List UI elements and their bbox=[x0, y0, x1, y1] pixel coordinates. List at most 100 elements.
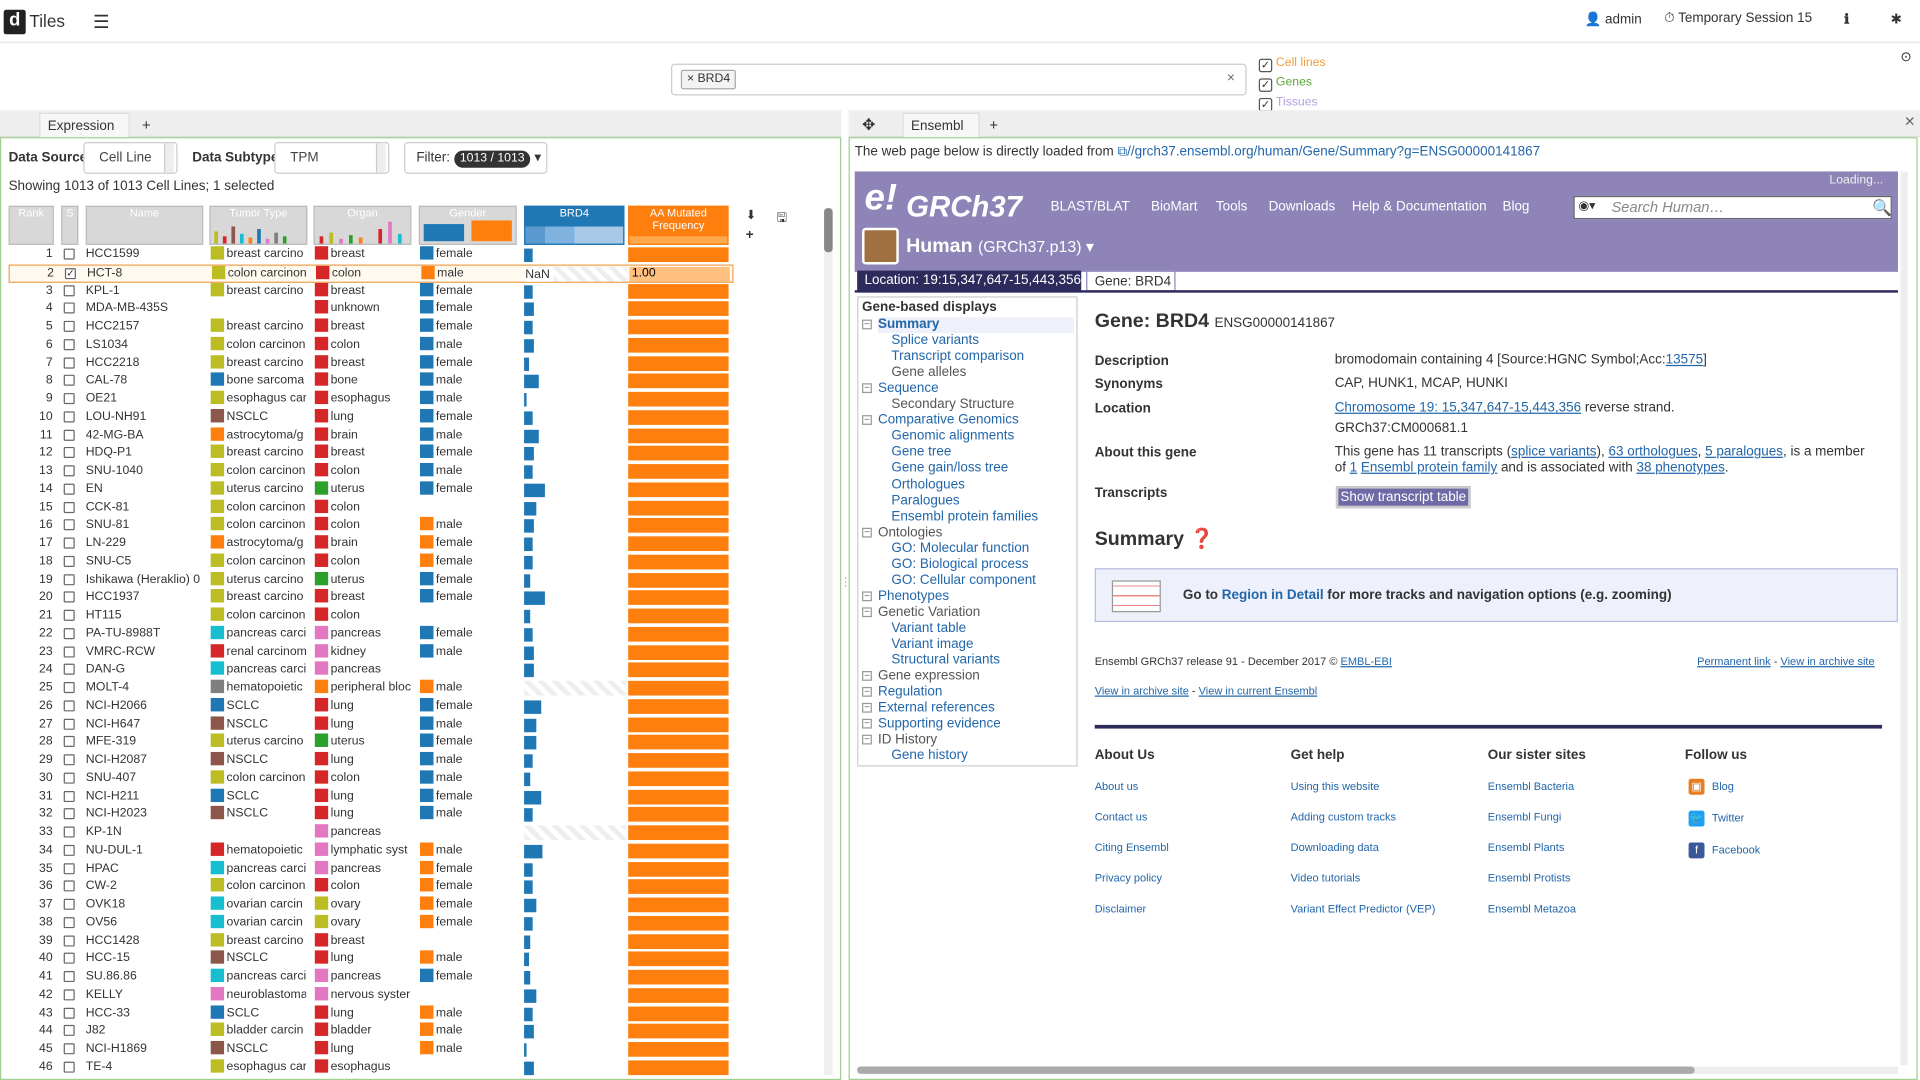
footer-link[interactable]: Blog bbox=[1712, 780, 1734, 792]
table-row[interactable]: 40 HCC-15 NSCLC lung male bbox=[9, 950, 734, 969]
table-row[interactable]: 8 CAL-78 bone sarcoma bone male bbox=[9, 372, 734, 391]
sidebar-item[interactable]: Summary bbox=[877, 317, 1074, 334]
paralogues-link[interactable]: 5 paralogues bbox=[1705, 444, 1783, 459]
table-row[interactable]: 42 KELLY neuroblastoma nervous syster bbox=[9, 986, 734, 1005]
row-checkbox[interactable] bbox=[63, 1007, 75, 1019]
hamburger-menu-icon[interactable]: ☰ bbox=[93, 11, 109, 33]
ensembl-search-input[interactable]: Search Human… bbox=[1573, 195, 1892, 220]
row-checkbox[interactable] bbox=[63, 429, 75, 441]
app-logo[interactable]: d bbox=[3, 9, 26, 35]
permanent-link[interactable]: Permanent link bbox=[1697, 655, 1771, 667]
sidebar-item[interactable]: Gene gain/loss tree bbox=[891, 461, 1008, 477]
row-checkbox[interactable] bbox=[63, 375, 75, 387]
phenotypes-link[interactable]: 38 phenotypes bbox=[1636, 460, 1724, 475]
table-row[interactable]: 9 OE21 esophagus car esophagus male bbox=[9, 390, 734, 409]
close-panel-icon[interactable]: ✕ bbox=[1904, 114, 1915, 130]
table-row[interactable]: 44 J82 bladder carcin bladder male bbox=[9, 1022, 734, 1041]
sidebar-item[interactable]: Transcript comparison bbox=[891, 349, 1024, 365]
row-checkbox[interactable] bbox=[63, 880, 75, 892]
table-row[interactable]: 33 KP-1N pancreas bbox=[9, 824, 734, 842]
table-row[interactable]: 2 ✓ HCT-8 colon carcinon colon male NaN 1.00 bbox=[8, 264, 734, 283]
sidebar-item[interactable]: GO: Biological process bbox=[891, 557, 1028, 573]
collapse-toggle-icon[interactable]: − bbox=[862, 734, 872, 745]
column-header-selection[interactable]: S bbox=[61, 205, 79, 245]
nav-blast[interactable]: BLAST/BLAT bbox=[1051, 200, 1130, 215]
footer-link[interactable]: Facebook bbox=[1712, 844, 1760, 856]
collapse-toggle-icon[interactable]: − bbox=[862, 607, 872, 618]
search-input[interactable] bbox=[671, 63, 1247, 96]
sidebar-item[interactable]: GO: Molecular function bbox=[891, 541, 1029, 557]
row-checkbox[interactable] bbox=[63, 627, 75, 639]
collapse-toggle-icon[interactable]: − bbox=[862, 383, 872, 394]
hgnc-link[interactable]: 13575 bbox=[1666, 353, 1703, 368]
add-column-icon[interactable]: + bbox=[746, 228, 754, 243]
sidebar-item[interactable]: Gene history bbox=[891, 749, 967, 765]
sidebar-item[interactable]: Variant table bbox=[891, 621, 966, 637]
table-row[interactable]: 23 VMRC-RCW renal carcinom kidney male bbox=[9, 643, 734, 661]
table-row[interactable]: 27 NCI-H647 NSCLC lung male bbox=[9, 715, 734, 734]
checkbox-tissues[interactable]: ✓ Tissues bbox=[1258, 96, 1318, 112]
row-checkbox[interactable] bbox=[63, 465, 75, 477]
footer-link[interactable]: Adding custom tracks bbox=[1291, 811, 1396, 823]
info-icon[interactable]: ℹ bbox=[1844, 11, 1849, 27]
collapse-toggle-icon[interactable]: − bbox=[862, 319, 872, 330]
row-checkbox[interactable] bbox=[63, 1061, 75, 1073]
twitter-icon[interactable]: 🐦 bbox=[1688, 810, 1705, 827]
table-scrollbar-thumb[interactable] bbox=[824, 208, 833, 253]
column-header-gender[interactable]: Gender bbox=[418, 205, 517, 245]
row-checkbox[interactable] bbox=[63, 483, 75, 495]
add-tab-button[interactable]: + bbox=[142, 116, 151, 133]
sidebar-item[interactable]: GO: Cellular component bbox=[891, 573, 1035, 589]
current-ensembl-link[interactable]: View in current Ensembl bbox=[1199, 684, 1318, 696]
footer-link[interactable]: Ensembl Plants bbox=[1488, 841, 1565, 853]
nav-downloads[interactable]: Downloads bbox=[1269, 200, 1336, 215]
row-checkbox[interactable] bbox=[63, 844, 75, 856]
collapse-toggle-icon[interactable]: − bbox=[862, 702, 872, 713]
footer-link[interactable]: Using this website bbox=[1291, 780, 1380, 792]
row-checkbox[interactable] bbox=[63, 1025, 75, 1037]
row-checkbox[interactable] bbox=[63, 718, 75, 730]
table-row[interactable]: 14 EN uterus carcino uterus female bbox=[9, 480, 734, 499]
archive-link[interactable]: View in archive site bbox=[1780, 655, 1874, 667]
search-clear-icon[interactable]: × bbox=[1227, 71, 1235, 86]
sidebar-item[interactable]: Structural variants bbox=[891, 653, 1000, 669]
nav-tools[interactable]: Tools bbox=[1216, 200, 1247, 215]
table-row[interactable]: 4 MDA-MB-435S unknown female bbox=[9, 300, 734, 318]
footer-link[interactable]: Privacy policy bbox=[1095, 872, 1162, 884]
add-tab-button[interactable]: + bbox=[989, 116, 998, 133]
footer-link[interactable]: Variant Effect Predictor (VEP) bbox=[1291, 902, 1436, 914]
table-row[interactable]: 43 HCC-33 SCLC lung male bbox=[9, 1004, 734, 1023]
row-checkbox[interactable] bbox=[63, 971, 75, 983]
sidebar-item[interactable]: Gene tree bbox=[891, 445, 951, 461]
table-row[interactable]: 31 NCI-H211 SCLC lung female bbox=[9, 787, 734, 806]
row-checkbox[interactable] bbox=[63, 555, 75, 567]
checkbox-genes[interactable]: ✓ Genes bbox=[1258, 76, 1312, 92]
row-checkbox[interactable] bbox=[63, 663, 75, 676]
sidebar-item[interactable]: Splice variants bbox=[891, 333, 979, 349]
table-row[interactable]: 25 MOLT-4 hematopoietic peripheral bloc male bbox=[9, 679, 734, 698]
panel-resize-handle[interactable]: ⋮ bbox=[840, 576, 851, 589]
nav-help[interactable]: Help & Documentation bbox=[1352, 200, 1487, 215]
column-header-name[interactable]: Name bbox=[85, 205, 204, 245]
tab-ensembl[interactable]: Ensembl × bbox=[902, 112, 980, 158]
sidebar-item[interactable]: External references bbox=[878, 701, 995, 717]
region-in-detail-link[interactable]: Region in Detail bbox=[1222, 588, 1324, 603]
footer-link[interactable]: Downloading data bbox=[1291, 841, 1379, 853]
collapse-toggle-icon[interactable]: − bbox=[862, 671, 872, 681]
collapse-toggle-icon[interactable]: − bbox=[862, 687, 872, 697]
row-checkbox[interactable] bbox=[63, 447, 75, 459]
table-row[interactable]: 36 CW-2 colon carcinon colon female bbox=[9, 878, 734, 896]
table-row[interactable]: 29 NCI-H2087 NSCLC lung male bbox=[9, 751, 734, 770]
row-checkbox[interactable] bbox=[63, 736, 75, 748]
row-checkbox[interactable] bbox=[63, 952, 75, 964]
column-header-rank[interactable]: Rank bbox=[8, 205, 54, 245]
table-row[interactable]: 15 CCK-81 colon carcinon colon bbox=[9, 498, 734, 517]
user-menu[interactable]: 👤 admin bbox=[1585, 11, 1642, 27]
nav-blog[interactable]: Blog bbox=[1502, 200, 1529, 215]
footer-link[interactable]: Ensembl Bacteria bbox=[1488, 780, 1574, 792]
table-row[interactable]: 21 HT115 colon carcinon colon bbox=[9, 607, 734, 625]
row-checkbox[interactable] bbox=[63, 754, 75, 766]
table-row[interactable]: 16 SNU-81 colon carcinon colon male bbox=[9, 517, 734, 535]
row-checkbox[interactable] bbox=[63, 916, 75, 928]
table-scrollbar[interactable] bbox=[824, 208, 833, 1076]
